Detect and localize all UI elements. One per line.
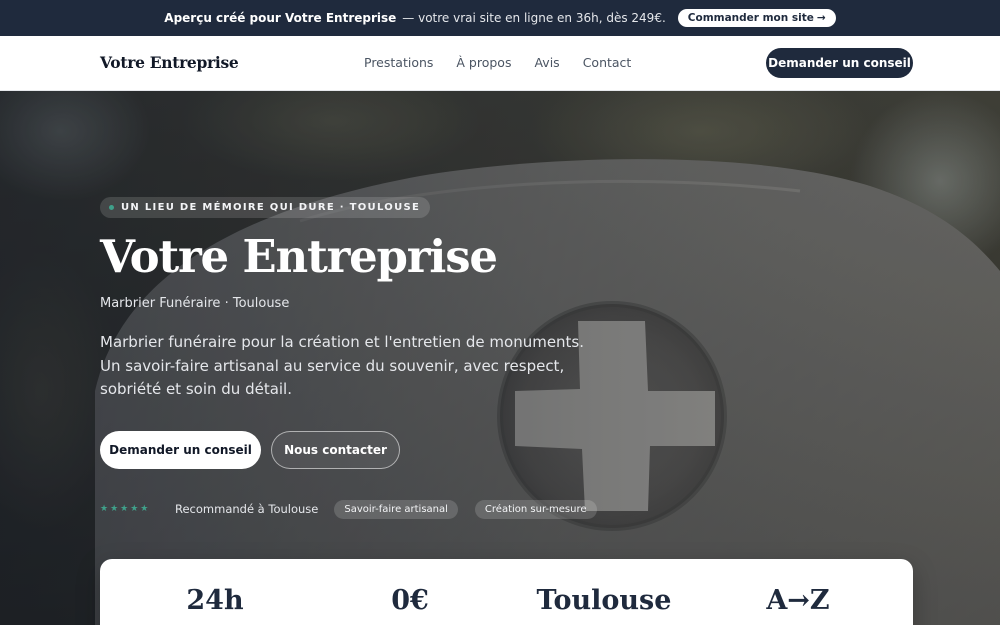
nav-link-avis[interactable]: Avis	[534, 55, 559, 70]
hero-description: Marbrier funéraire pour la création et l…	[100, 333, 585, 398]
nav-link-prestations[interactable]: Prestations	[364, 55, 433, 70]
nav-advice-button[interactable]: Demander un conseil	[766, 48, 913, 78]
star-icon: ★★★★★	[100, 504, 151, 514]
trust-row: ★★★★★ Recommandé à Toulouse Savoir-faire…	[100, 499, 614, 519]
promo-text: — votre vrai site en ligne en 36h, dès 2…	[402, 11, 666, 25]
stat-delay: 24h	[186, 585, 244, 616]
order-site-button[interactable]: Commander mon site →	[677, 9, 836, 27]
main-menu: Prestations À propos Avis Contact	[364, 55, 631, 70]
arrow-right-icon: →	[816, 12, 826, 24]
stat-price: 0€	[391, 585, 429, 616]
stat-a-to-z: A→Z	[766, 585, 830, 616]
hero-kicker-badge: UN LIEU DE MÉMOIRE QUI DURE · TOULOUSE	[100, 197, 431, 218]
contact-button[interactable]: Nous contacter	[271, 431, 400, 469]
chip-sur-mesure: Création sur-mesure	[474, 499, 597, 519]
trust-text: Recommandé à Toulouse	[175, 502, 319, 516]
dot-icon	[109, 205, 114, 210]
promo-lead: Aperçu créé pour Votre Entreprise	[164, 11, 397, 25]
nav-link-a-propos[interactable]: À propos	[456, 55, 511, 70]
nav-link-contact[interactable]: Contact	[583, 55, 632, 70]
promo-banner: Aperçu créé pour Votre Entreprise — votr…	[0, 0, 1000, 36]
hero-subtitle: Marbrier Funéraire · Toulouse	[100, 296, 290, 311]
stats-card: 24h 0€ Toulouse A→Z	[100, 559, 913, 625]
order-site-label: Commander mon site	[687, 12, 814, 24]
brand-logo[interactable]: Votre Entreprise	[100, 53, 239, 72]
stat-location: Toulouse	[536, 585, 672, 616]
hero-kicker-text: UN LIEU DE MÉMOIRE QUI DURE · TOULOUSE	[121, 202, 421, 213]
advice-button[interactable]: Demander un conseil	[100, 431, 261, 469]
chip-savoir-faire: Savoir-faire artisanal	[334, 499, 458, 519]
hero-title: Votre Entreprise	[100, 230, 498, 283]
top-navbar: Votre Entreprise Prestations À propos Av…	[0, 36, 1000, 91]
hero-section: UN LIEU DE MÉMOIRE QUI DURE · TOULOUSE V…	[0, 91, 1000, 625]
